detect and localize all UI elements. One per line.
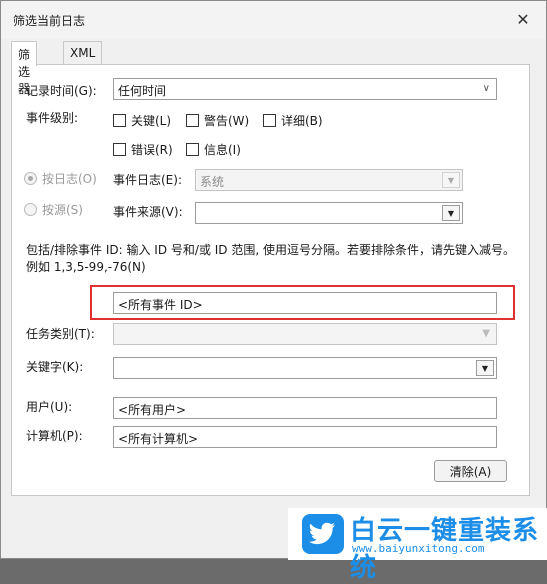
user-value: <所有用户>: [118, 403, 187, 417]
tab-filter[interactable]: 筛选器: [11, 41, 38, 96]
user-input[interactable]: <所有用户>: [113, 397, 497, 419]
event-log-select[interactable]: 系统 ▼: [195, 169, 463, 191]
event-id-highlight: [90, 285, 515, 320]
checkbox-label: 关键(L): [131, 114, 172, 128]
radio-dot[interactable]: [24, 172, 37, 185]
task-category-select[interactable]: ▼: [113, 323, 497, 345]
dropdown-arrow-icon[interactable]: ▼: [476, 360, 494, 376]
close-icon[interactable]: ✕: [500, 1, 546, 37]
chevron-down-icon: ∨: [482, 83, 490, 94]
window-title: 筛选当前日志: [13, 14, 86, 28]
keywords-select[interactable]: ▼: [113, 357, 497, 379]
checkbox-information[interactable]: 信息(I): [186, 141, 241, 158]
radio-by-source-label: 按源(S): [42, 203, 83, 217]
tab-xml[interactable]: XML: [63, 41, 103, 65]
bird-logo-icon: [302, 514, 344, 554]
checkbox-critical[interactable]: 关键(L): [113, 112, 171, 129]
event-level-label: 事件级别:: [26, 111, 79, 125]
event-log-label: 事件日志(E):: [113, 173, 182, 187]
radio-by-log-label: 按日志(O): [42, 172, 97, 186]
logged-value: 任何时间: [118, 84, 167, 98]
dropdown-arrow-icon[interactable]: ▼: [442, 205, 460, 221]
watermark-url: www.baiyunxitong.com: [352, 542, 485, 555]
radio-by-source[interactable]: 按源(S): [24, 201, 83, 218]
watermark: 白云一键重装系统 www.baiyunxitong.com: [288, 508, 547, 583]
bird-icon: [309, 522, 335, 545]
checkbox-verbose[interactable]: 详细(B): [263, 112, 323, 129]
logged-select[interactable]: 任何时间 ∨: [113, 78, 497, 100]
checkbox-warning[interactable]: 警告(W): [186, 112, 249, 129]
checkbox-label: 警告(W): [204, 114, 250, 128]
clear-button[interactable]: 清除(A): [434, 460, 507, 482]
dropdown-arrow-icon[interactable]: ▼: [442, 172, 460, 188]
event-id-description: 包括/排除事件 ID: 输入 ID 号和/或 ID 范围, 使用逗号分隔。若要排…: [26, 243, 515, 274]
checkbox-label: 详细(B): [281, 114, 323, 128]
title-bar: 筛选当前日志 ✕: [1, 1, 546, 39]
computer-value: <所有计算机>: [118, 432, 199, 446]
event-source-label: 事件来源(V):: [113, 205, 183, 219]
checkbox-box[interactable]: [113, 114, 126, 127]
checkbox-box[interactable]: [113, 143, 126, 156]
task-category-label: 任务类别(T):: [26, 327, 95, 341]
checkbox-error[interactable]: 错误(R): [113, 141, 173, 158]
user-label: 用户(U):: [26, 400, 73, 414]
computer-input[interactable]: <所有计算机>: [113, 426, 497, 448]
checkbox-box[interactable]: [263, 114, 276, 127]
chevron-down-icon: ▼: [482, 328, 490, 339]
filter-dialog: 筛选当前日志 ✕ 筛选器 XML 记录时间(G): 任何时间 ∨ 事件级别: 关…: [0, 0, 547, 583]
checkbox-box[interactable]: [186, 143, 199, 156]
keywords-label: 关键字(K):: [26, 360, 84, 374]
checkbox-box[interactable]: [186, 114, 199, 127]
checkbox-label: 错误(R): [131, 143, 173, 157]
logged-label: 记录时间(G):: [26, 84, 97, 98]
event-log-value: 系统: [200, 175, 225, 189]
event-source-select[interactable]: ▼: [195, 202, 463, 224]
checkbox-label: 信息(I): [204, 143, 241, 157]
radio-by-log[interactable]: 按日志(O): [24, 170, 97, 187]
computer-label: 计算机(P):: [26, 429, 83, 443]
radio-dot[interactable]: [24, 203, 37, 216]
